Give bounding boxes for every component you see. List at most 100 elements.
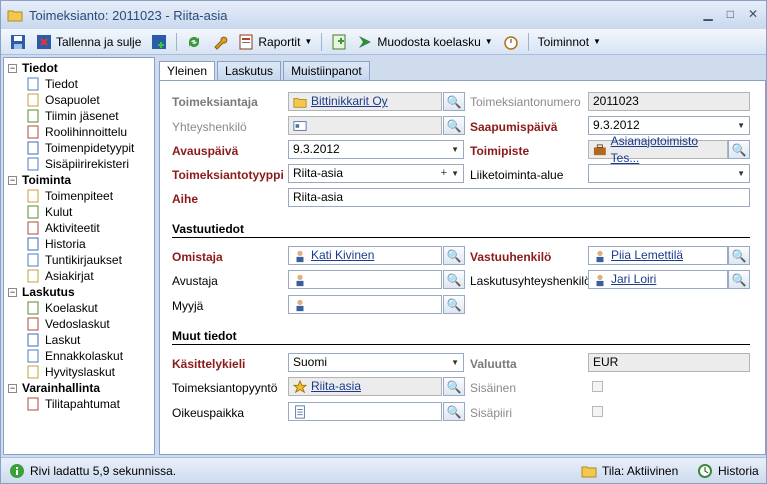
subject-field[interactable]: Riita-asia: [288, 188, 750, 207]
history-text: Historia: [718, 463, 759, 478]
insider-checkbox[interactable]: [592, 406, 603, 417]
sidebar-item[interactable]: Vedoslaskut: [4, 316, 154, 332]
chevron-down-icon: ▼: [451, 169, 459, 178]
court-field[interactable]: [288, 402, 442, 421]
sidebar-item-label: Tiedot: [45, 77, 78, 91]
chevron-down-icon: ▼: [484, 37, 493, 46]
type-field[interactable]: Riita-asia + ▼: [288, 164, 464, 183]
tools-button[interactable]: [209, 31, 231, 53]
responsible-field[interactable]: Piia Lemettilä: [588, 246, 728, 265]
office-field[interactable]: Asianajotoimisto Tes...: [588, 134, 728, 165]
sidebar-item[interactable]: Toimenpidetyypit: [4, 140, 154, 156]
sidebar-item[interactable]: Toimenpiteet: [4, 188, 154, 204]
actions-label: Toiminnot: [537, 34, 590, 49]
folder-icon: [293, 97, 307, 108]
save-button[interactable]: [7, 31, 29, 53]
sidebar-item[interactable]: Tiedot: [4, 76, 154, 92]
contact-field[interactable]: [288, 116, 442, 135]
sidebar-item[interactable]: Osapuolet: [4, 92, 154, 108]
chevron-down-icon: ▼: [451, 358, 459, 367]
sidebar-item[interactable]: Roolihinnoittelu: [4, 124, 154, 140]
owner-field[interactable]: Kati Kivinen: [288, 246, 442, 265]
language-field[interactable]: Suomi ▼: [288, 353, 464, 372]
contact-lookup-button[interactable]: 🔍: [443, 116, 465, 135]
tab-notes[interactable]: Muistiinpanot: [283, 61, 370, 81]
billing-contact-lookup-button[interactable]: 🔍: [728, 270, 750, 289]
actions-menu[interactable]: Toiminnot ▼: [535, 31, 604, 53]
sidebar-item[interactable]: Historia: [4, 236, 154, 252]
sidebar-item[interactable]: Koelaskut: [4, 300, 154, 316]
collapse-icon[interactable]: −: [8, 383, 17, 393]
sidebar-item[interactable]: Asiakirjat: [4, 268, 154, 284]
area-field[interactable]: ▼: [588, 164, 750, 183]
load-status-text: Rivi ladattu 5,9 sekunnissa.: [30, 463, 177, 478]
office-link[interactable]: Asianajotoimisto Tes...: [611, 133, 727, 167]
responsible-link[interactable]: Piia Lemettilä: [611, 247, 683, 264]
assistant-label: Avustaja: [172, 274, 218, 288]
star-icon: [293, 379, 307, 393]
sidebar-item[interactable]: Kulut: [4, 204, 154, 220]
window-title: Toimeksianto: 2011023 - Riita-asia: [29, 7, 228, 23]
assistant-lookup-button[interactable]: 🔍: [443, 270, 465, 289]
refresh-button[interactable]: [183, 31, 205, 53]
sidebar-item[interactable]: Tuntikirjaukset: [4, 252, 154, 268]
add-icon[interactable]: +: [441, 165, 447, 182]
office-lookup-button[interactable]: 🔍: [728, 140, 750, 159]
timer-button[interactable]: [500, 31, 522, 53]
sidebar-item[interactable]: Sisäpiirirekisteri: [4, 156, 154, 172]
sidebar-item-label: Toimenpiteet: [45, 189, 114, 203]
maximize-button[interactable]: □: [727, 7, 734, 21]
billing-contact-link[interactable]: Jari Loiri: [611, 271, 656, 288]
internal-checkbox[interactable]: [592, 381, 603, 392]
seller-lookup-button[interactable]: 🔍: [443, 295, 465, 314]
sidebar-item[interactable]: Hyvityslaskut: [4, 364, 154, 380]
minimize-button[interactable]: ▁: [703, 7, 712, 21]
tree-group[interactable]: − Varainhallinta: [4, 380, 154, 396]
sidebar-item-label: Koelaskut: [45, 301, 98, 315]
billing-contact-field[interactable]: Jari Loiri: [588, 270, 728, 289]
responsible-lookup-button[interactable]: 🔍: [728, 246, 750, 265]
received-date-value: 9.3.2012: [593, 118, 640, 132]
new-invoice-button[interactable]: [328, 31, 350, 53]
reports-button[interactable]: Raportit ▼: [235, 31, 315, 53]
owner-label: Omistaja: [172, 250, 223, 264]
state-button[interactable]: Tila: Aktiivinen: [581, 463, 678, 479]
sidebar-item[interactable]: Tiimin jäsenet: [4, 108, 154, 124]
history-button[interactable]: Historia: [697, 463, 759, 479]
assistant-field[interactable]: [288, 270, 442, 289]
owner-lookup-button[interactable]: 🔍: [443, 246, 465, 265]
sidebar-item[interactable]: Laskut: [4, 332, 154, 348]
owner-link[interactable]: Kati Kivinen: [311, 247, 374, 264]
opened-date-value: 9.3.2012: [293, 142, 340, 156]
sidebar-item[interactable]: Tilitapahtumat: [4, 396, 154, 412]
client-field[interactable]: Bittinikkarit Oy: [288, 92, 442, 111]
seller-field[interactable]: [288, 295, 442, 314]
sidebar-item[interactable]: Ennakkolaskut: [4, 348, 154, 364]
load-status: Rivi ladattu 5,9 sekunnissa.: [9, 463, 176, 479]
collapse-icon[interactable]: −: [8, 63, 17, 73]
save-and-close-button[interactable]: Tallenna ja sulje: [33, 31, 144, 53]
client-link[interactable]: Bittinikkarit Oy: [311, 93, 388, 110]
collapse-icon[interactable]: −: [8, 175, 17, 185]
tree-group[interactable]: − Laskutus: [4, 284, 154, 300]
person-icon: [296, 299, 304, 311]
client-label: Toimeksiantaja: [172, 95, 258, 109]
request-field[interactable]: Riita-asia: [288, 377, 442, 396]
item-icon: [27, 269, 39, 283]
request-lookup-button[interactable]: 🔍: [443, 377, 465, 396]
opened-date-field[interactable]: 9.3.2012 ▼: [288, 140, 464, 159]
court-lookup-button[interactable]: 🔍: [443, 402, 465, 421]
make-invoice-button[interactable]: Muodosta koelasku ▼: [354, 31, 495, 53]
collapse-icon[interactable]: −: [8, 287, 17, 297]
sidebar-item-label: Toimenpidetyypit: [45, 141, 135, 155]
save-new-icon: [152, 34, 167, 49]
close-button[interactable]: ✕: [748, 7, 758, 21]
save-new-button[interactable]: [148, 31, 170, 53]
search-icon: 🔍: [446, 379, 462, 394]
client-lookup-button[interactable]: 🔍: [443, 92, 465, 111]
sidebar-item[interactable]: Aktiviteetit: [4, 220, 154, 236]
tab-billing[interactable]: Laskutus: [217, 61, 282, 81]
tree-group[interactable]: − Tiedot: [4, 60, 154, 76]
request-link[interactable]: Riita-asia: [311, 378, 361, 395]
tree-group[interactable]: − Toiminta: [4, 172, 154, 188]
